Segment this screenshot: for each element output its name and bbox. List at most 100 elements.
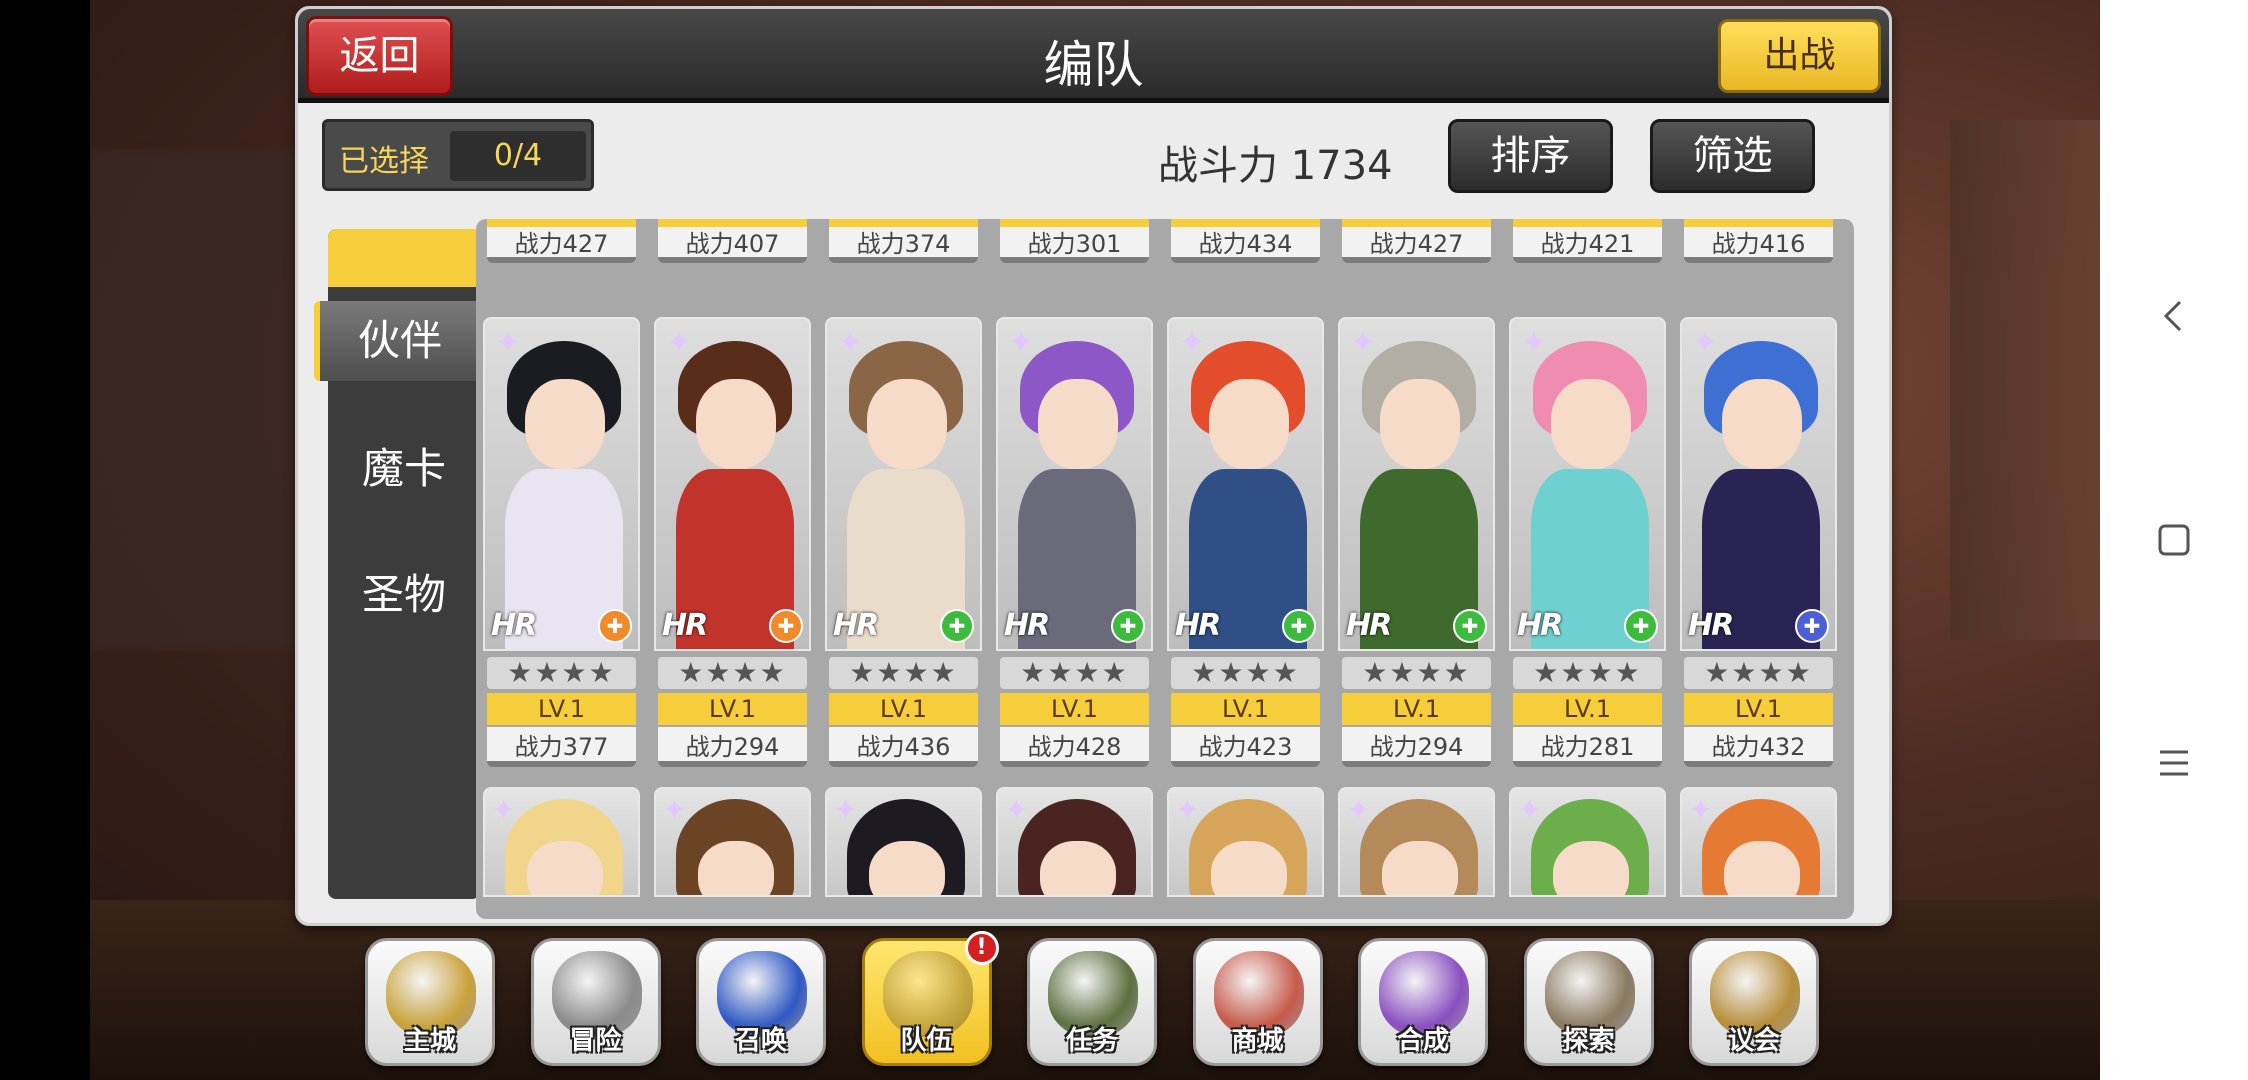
card-power: 战力374	[829, 227, 978, 263]
menu-item[interactable]: 队伍!	[861, 931, 999, 1066]
menu-item[interactable]: 主城	[365, 938, 495, 1066]
character-card-partial[interactable]: 战力301	[996, 219, 1153, 264]
sort-button[interactable]: 排序	[1448, 119, 1613, 193]
character-card-partial[interactable]: 战力407	[654, 219, 811, 264]
character-card-partial[interactable]: ✦	[483, 787, 640, 897]
character-card-partial[interactable]: 战力427	[483, 219, 640, 264]
character-card-partial[interactable]: ✦	[996, 787, 1153, 897]
menu-item-label: 冒险	[569, 1026, 622, 1056]
rarity-label: HR	[1004, 608, 1050, 643]
menu-item[interactable]: 召唤	[696, 938, 826, 1066]
filter-button[interactable]: 筛选	[1650, 119, 1815, 193]
back-button[interactable]: 返回	[306, 16, 453, 96]
character-card[interactable]: ✦ HR ✚ ★★★★ LV.1 战力281	[1509, 317, 1666, 777]
element-gem-icon: ✦	[1688, 793, 1714, 828]
card-power: 战力416	[1684, 227, 1833, 263]
chevron-left-icon	[2163, 300, 2182, 332]
rarity-label: HR	[833, 608, 879, 643]
card-level: LV.1	[1000, 693, 1149, 725]
rarity-label: HR	[1175, 608, 1221, 643]
menu-item[interactable]: 冒险	[530, 938, 661, 1066]
element-gem-icon: ✦	[494, 323, 522, 361]
level-bar	[658, 219, 807, 227]
menu-item[interactable]: 议会	[1689, 938, 1819, 1066]
back-nav-button[interactable]	[2100, 286, 2248, 346]
element-gem-icon: ✦	[1175, 793, 1201, 828]
menu-nav-button[interactable]	[2100, 733, 2248, 793]
element-gem-icon: ✦	[1346, 793, 1372, 828]
element-gem-icon: ✦	[1691, 323, 1719, 361]
menu-item-label: 议会	[1727, 1026, 1780, 1056]
tab-relics[interactable]: 圣物	[328, 555, 480, 635]
card-power: 战力281	[1513, 727, 1662, 767]
character-card[interactable]: ✦ HR ✚ ★★★★ LV.1 战力423	[1167, 317, 1324, 777]
menu-item[interactable]: 商城	[1192, 938, 1323, 1066]
card-power: 战力294	[658, 727, 807, 767]
character-card[interactable]: ✦ HR ✚ ★★★★ LV.1 战力428	[996, 317, 1153, 777]
menu-item[interactable]: 探索	[1523, 938, 1654, 1066]
character-card-partial[interactable]: 战力434	[1167, 219, 1324, 264]
character-face	[867, 379, 947, 469]
formation-panel: 编队 返回 出战 已选择 0/4 战斗力 1734 排序 筛选 伙伴 魔卡 圣物…	[295, 6, 1892, 926]
menu-item-label: 任务	[1065, 1026, 1118, 1056]
card-level: LV.1	[829, 693, 978, 725]
character-card-partial[interactable]: ✦	[825, 787, 982, 897]
selection-label: 已选择	[339, 144, 429, 179]
level-bar	[1684, 219, 1833, 227]
selection-value: 0/4	[450, 131, 586, 181]
character-face	[527, 841, 603, 895]
home-nav-button[interactable]	[2100, 510, 2248, 570]
star-rating: ★★★★	[487, 657, 636, 689]
level-bar	[829, 219, 978, 227]
character-card-partial[interactable]: ✦	[1167, 787, 1324, 897]
character-card[interactable]: ✦ HR ✚ ★★★★ LV.1 战力294	[654, 317, 811, 777]
menu-item-label: 主城	[403, 1026, 456, 1056]
character-face	[1040, 841, 1116, 895]
menu-item-label: 队伍	[900, 1026, 953, 1056]
card-power: 战力434	[1171, 227, 1320, 263]
card-level: LV.1	[1342, 693, 1491, 725]
card-power: 战力427	[1342, 227, 1491, 263]
battle-button[interactable]: 出战	[1718, 19, 1881, 93]
card-level: LV.1	[1684, 693, 1833, 725]
character-grid[interactable]: 战力427 战力407 战力374 战力301 战力434 战力427 战力421 战力416…	[476, 219, 1854, 919]
character-face	[1038, 379, 1118, 469]
menu-item[interactable]: 合成	[1358, 938, 1488, 1066]
character-portrait: ✦ HR ✚	[483, 317, 640, 651]
rarity-label: HR	[491, 608, 537, 643]
character-card[interactable]: ✦ HR ✚ ★★★★ LV.1 战力432	[1680, 317, 1837, 777]
element-gem-icon: ✦	[1007, 323, 1035, 361]
character-card[interactable]: ✦ HR ✚ ★★★★ LV.1 战力436	[825, 317, 982, 777]
character-card-partial[interactable]: 战力421	[1509, 219, 1666, 264]
tab-magic-cards[interactable]: 魔卡	[328, 429, 480, 509]
character-card-partial[interactable]: ✦	[1509, 787, 1666, 897]
character-card-partial[interactable]: 战力416	[1680, 219, 1837, 264]
notification-badge: !	[964, 931, 999, 965]
character-card[interactable]: ✦ HR ✚ ★★★★ LV.1 战力294	[1338, 317, 1495, 777]
rarity-label: HR	[662, 608, 708, 643]
tab-partners[interactable]: 伙伴	[314, 301, 480, 381]
card-power: 战力427	[487, 227, 636, 263]
power-label: 战斗力	[1158, 143, 1278, 189]
character-face	[1209, 379, 1289, 469]
character-card-partial[interactable]: ✦	[1338, 787, 1495, 897]
level-bar	[1171, 219, 1320, 227]
level-bar	[1513, 219, 1662, 227]
level-bar	[487, 219, 636, 227]
character-portrait: ✦ HR ✚	[1680, 317, 1837, 651]
card-level: LV.1	[487, 693, 636, 725]
square-icon	[2158, 524, 2190, 556]
character-face	[1724, 841, 1800, 895]
character-card-partial[interactable]: 战力427	[1338, 219, 1495, 264]
leaf-icon: ✚	[1111, 609, 1145, 643]
character-face	[1551, 379, 1631, 469]
leaf-icon: ✚	[940, 609, 974, 643]
character-card-partial[interactable]: ✦	[1680, 787, 1837, 897]
character-card[interactable]: ✦ HR ✚ ★★★★ LV.1 战力377	[483, 317, 640, 777]
character-card-partial[interactable]: ✦	[654, 787, 811, 897]
character-face	[525, 379, 605, 469]
character-card-partial[interactable]: 战力374	[825, 219, 982, 264]
menu-item[interactable]: 任务	[1027, 938, 1157, 1066]
cross-icon: ✚	[1624, 609, 1658, 643]
card-power: 战力423	[1171, 727, 1320, 767]
